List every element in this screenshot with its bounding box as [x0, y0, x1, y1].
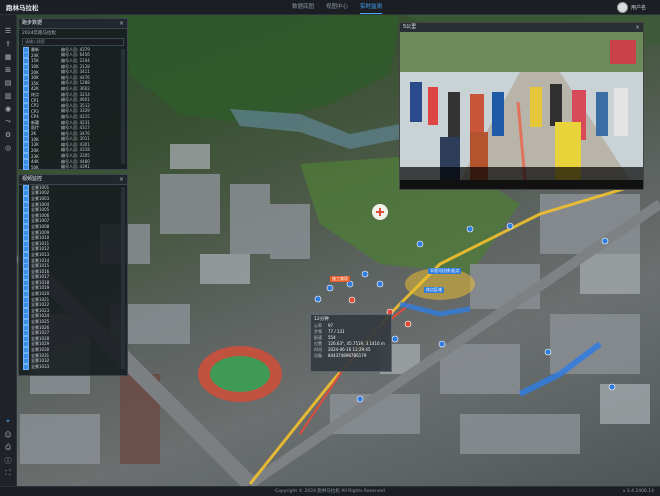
list-item-name: 最新 [31, 46, 39, 52]
info-key: 设备 [314, 353, 322, 358]
list-item-name: 医疗 [31, 125, 39, 131]
runner-list: 最新 编号人员: 4379 24K 编号人员: 6456 15K 编号人员: 2104 10… [19, 46, 127, 171]
list-item-name: 2K [31, 131, 37, 137]
camera-list: 全景1001 全景1002 全景1003 全景1004 全景1005 全景1006 全景10… [19, 184, 127, 370]
chart-icon[interactable]: ▥ [0, 89, 16, 102]
map-label-construction[interactable]: 施工路段 [330, 276, 350, 282]
avatar[interactable] [616, 2, 628, 13]
settings-icon[interactable]: ⚙ [0, 128, 16, 141]
runner-panel-title: 跑步数据 [22, 20, 43, 26]
camera-scrollbar[interactable] [121, 187, 125, 369]
info-row: 设备 8443748987B6179 [311, 353, 391, 359]
target-icon[interactable]: ◎ [0, 141, 16, 154]
list-item-name: 10K [31, 136, 39, 142]
info-value: 8443748987B6179 [328, 353, 367, 358]
list-item-name: 23K [31, 153, 39, 159]
layers-icon[interactable]: ☰ [0, 24, 16, 37]
list-item-name: 终点 [31, 91, 39, 97]
runner-panel-subtitle: 2024年跑马拉松 [22, 31, 56, 36]
close-icon[interactable]: × [635, 23, 640, 32]
video-popup: 5公里 × [399, 22, 644, 190]
runner-scrollbar[interactable] [121, 49, 125, 164]
list-item-name: CP1 [31, 97, 39, 103]
list-item-name: 15K [31, 58, 39, 64]
list-item-name: 13K [31, 142, 39, 148]
camera-panel-header: 视频监控 × [19, 175, 127, 185]
people-icon[interactable]: ☺ [0, 428, 16, 441]
upload-icon[interactable]: ⇪ [0, 37, 16, 50]
checkbox[interactable] [23, 363, 29, 370]
camera-panel-title: 视频监控 [22, 176, 43, 182]
camera-icon[interactable]: ◉ [0, 102, 16, 115]
nav-item-realtime[interactable]: 实时监测 [360, 0, 383, 14]
list-item-value: 编号人员: 4391 [61, 164, 90, 170]
list-item-name: 20K [31, 69, 39, 75]
app-title: 跑林马拉松 [6, 4, 39, 12]
doc-icon[interactable]: ▤ [0, 76, 16, 89]
list-item-name: 35K [31, 80, 39, 86]
runner-panel: 跑步数据 × 2024年跑马拉松 请输入搜索 最新 编号人员: 4379 24K 编号… [18, 18, 128, 171]
print-icon[interactable]: ⎙ [0, 441, 16, 454]
route-icon[interactable]: ⤳ [0, 115, 16, 128]
list-item-name: 10K [31, 64, 39, 70]
info-popup-rows: 心率 97 步频 77 / 131 配速 554 位置 126.63°, 45.7519, 3… [311, 323, 391, 359]
checkbox[interactable] [23, 164, 29, 171]
list-item-name: 24K [31, 52, 39, 58]
runner-panel-header: 跑步数据 × [19, 19, 127, 29]
map-icon[interactable]: ⊞ [0, 63, 16, 76]
info-popup-title: 12分钟 [314, 317, 329, 322]
list-item-name: CP2 [31, 103, 39, 109]
grid-icon[interactable]: ▦ [0, 50, 16, 63]
list-item[interactable]: 50K 编号人员: 4391 [19, 164, 127, 171]
map-label-half-start[interactable]: 半程马拉线-起点 [428, 268, 462, 274]
runner-info-popup: 12分钟 心率 97 步频 77 / 131 配速 554 位置 126.63°, 45.75… [310, 314, 392, 372]
user-name: 用户名 [630, 5, 646, 11]
top-bar: 跑林马拉松 数据底图 视图中心 实时监测 用户名 [0, 0, 660, 15]
list-item-name: 30K [31, 75, 39, 81]
nav-item-view-center[interactable]: 视图中心 [326, 0, 348, 14]
nav-item-basemap[interactable]: 数据底图 [292, 0, 314, 14]
video-popup-title: 5公里 [403, 24, 417, 30]
info-icon[interactable]: ⓘ [0, 454, 16, 467]
list-item-name: 20K [31, 147, 39, 153]
runner-search-input[interactable]: 请输入搜索 [22, 38, 124, 46]
list-item-name: 44K [31, 159, 39, 165]
video-frame[interactable] [400, 32, 643, 180]
video-popup-header: 5公里 × [400, 23, 643, 32]
fullscreen-icon[interactable]: ⛶ [0, 467, 16, 480]
list-item-name: 全景1033 [31, 363, 50, 369]
list-item-name: CP3 [31, 108, 39, 114]
left-toolbar: ☰ ⇪ ▦ ⊞ ▤ ▥ ◉ ⤳ ⚙ ◎ ⌖ ☺ ⎙ ⓘ ⛶ [0, 14, 17, 486]
location-icon[interactable]: ⌖ [0, 415, 16, 428]
main-nav: 数据底图 视图中心 实时监测 [292, 0, 383, 14]
close-icon[interactable]: × [119, 19, 124, 28]
list-item-name: 50K [31, 164, 39, 170]
video-scene [400, 32, 643, 180]
map-label-finish-area[interactable]: 终点区域 [424, 287, 444, 293]
user-menu[interactable]: 用户名 [616, 2, 646, 13]
list-item[interactable]: 全景1033 [19, 363, 127, 370]
camera-panel: 视频监控 × 全景1001 全景1002 全景1003 全景1004 全景1005 全景1… [18, 174, 128, 376]
close-icon[interactable]: × [119, 175, 124, 184]
